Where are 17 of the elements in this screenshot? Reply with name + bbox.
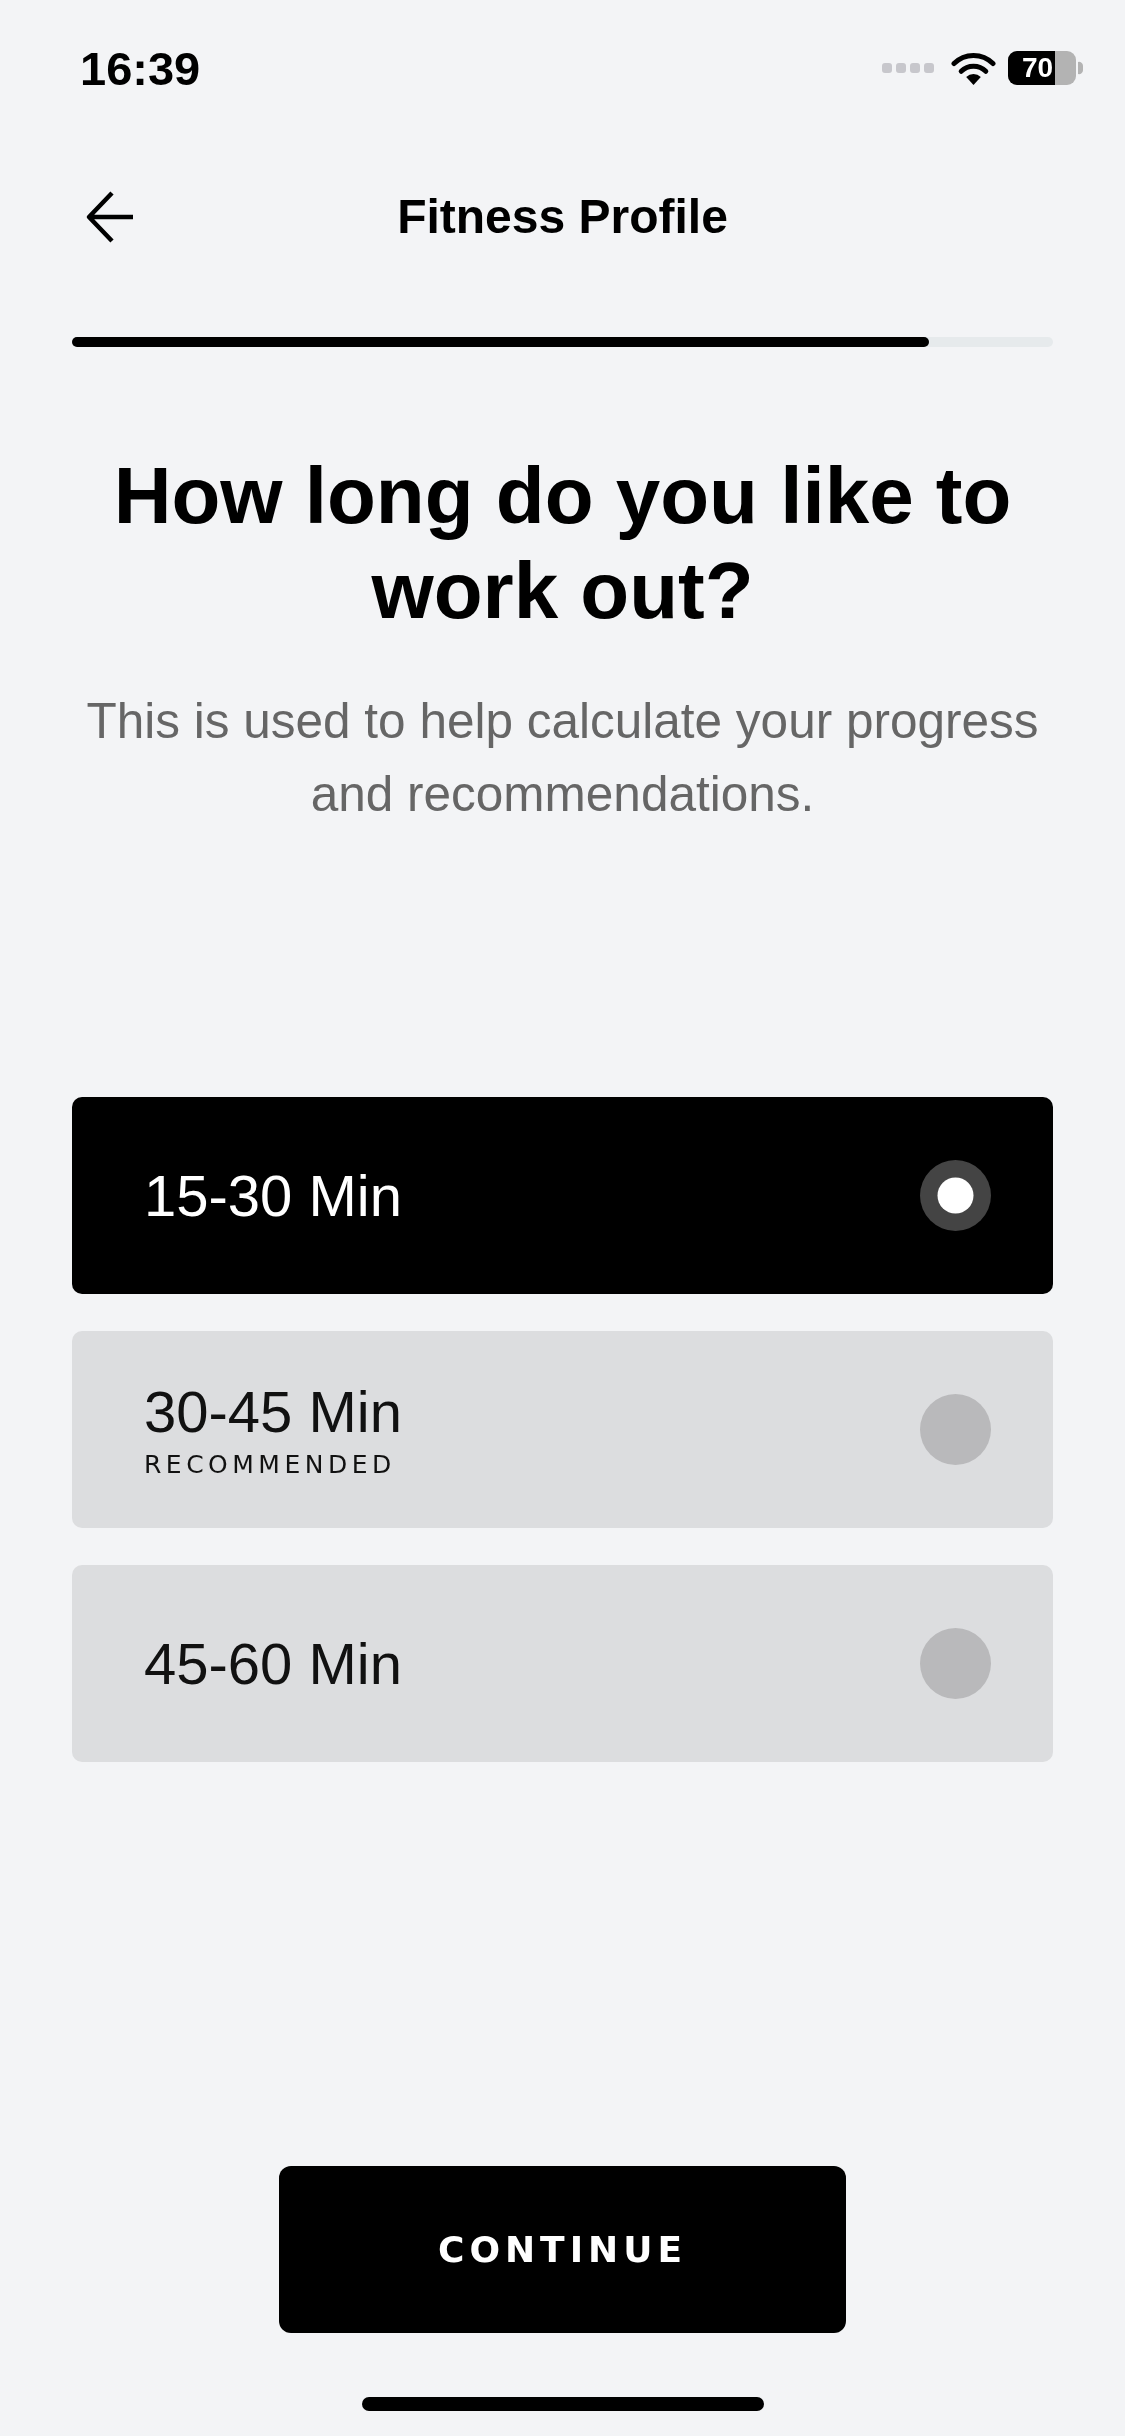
battery-percentage: 70 [1022,53,1054,83]
duration-option[interactable]: 45-60 Min [72,1565,1053,1762]
question-subtitle: This is used to help calculate your progress and recommendations. [85,692,1040,823]
recommended-label: RECOMMENDED [144,1451,397,1478]
battery-icon [1008,51,1083,85]
radio-button[interactable] [920,1394,991,1465]
duration-option[interactable]: 15-30 Min [72,1097,1053,1294]
wifi-icon [951,51,996,85]
screen-title: Fitness Profile [397,193,728,241]
status-time: 16:39 [80,44,201,92]
radio-button[interactable] [920,1160,991,1231]
continue-button[interactable]: CONTINUE [279,2166,846,2333]
question-heading: How long do you like to work out? [112,450,1013,637]
signal-icon [882,63,934,73]
duration-option[interactable]: 30-45 Min RECOMMENDED [72,1331,1053,1528]
back-arrow-icon[interactable] [85,189,135,245]
radio-button[interactable] [920,1628,991,1699]
